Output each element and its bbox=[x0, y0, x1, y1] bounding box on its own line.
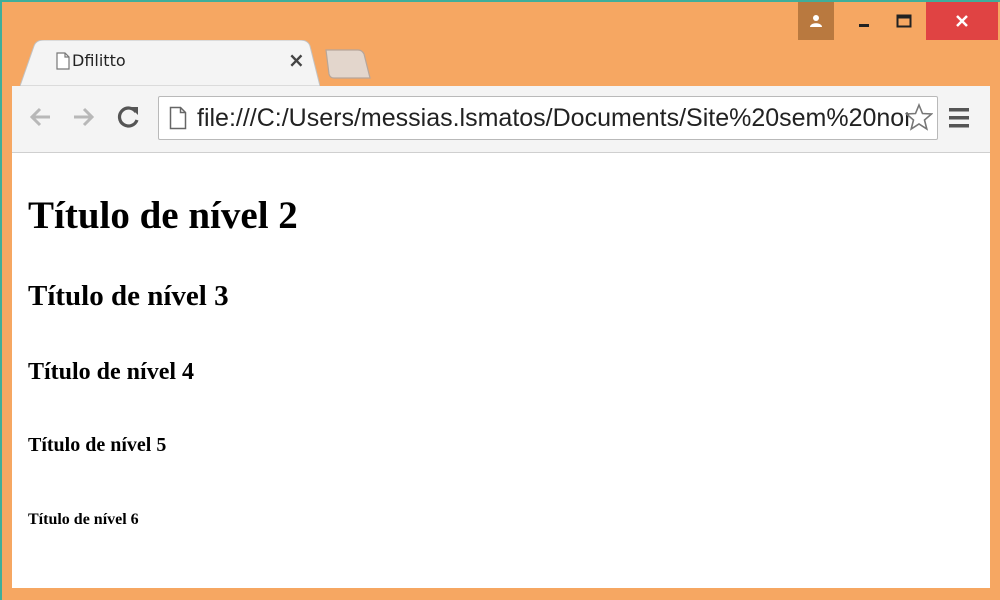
page-icon bbox=[56, 52, 70, 70]
maximize-button[interactable] bbox=[886, 2, 922, 40]
tab-title: Dfilitto bbox=[72, 51, 126, 70]
person-icon bbox=[810, 15, 822, 27]
close-window-button[interactable] bbox=[926, 2, 998, 40]
url-text[interactable]: file:///C:/Users/messias.lsmatos/Documen… bbox=[197, 104, 909, 133]
back-arrow-icon[interactable] bbox=[28, 104, 54, 130]
page-icon bbox=[169, 106, 187, 130]
close-icon bbox=[956, 15, 968, 27]
forward-arrow-icon[interactable] bbox=[70, 104, 96, 130]
star-icon[interactable] bbox=[905, 103, 933, 131]
tab-close-button[interactable]: × bbox=[288, 48, 305, 72]
reload-icon[interactable] bbox=[116, 104, 142, 130]
minimize-icon bbox=[859, 24, 869, 27]
profile-button[interactable] bbox=[798, 2, 834, 40]
page-content: Título de nível 2 Título de nível 3 Títu… bbox=[12, 153, 990, 588]
hamburger-menu-icon[interactable] bbox=[948, 106, 970, 130]
active-tab[interactable]: Dfilitto × bbox=[20, 40, 320, 86]
heading-level-3: Título de nível 3 bbox=[28, 280, 229, 312]
new-tab-button[interactable] bbox=[322, 48, 372, 80]
browser-toolbar: file:///C:/Users/messias.lsmatos/Documen… bbox=[12, 86, 990, 153]
heading-level-5: Título de nível 5 bbox=[28, 434, 167, 456]
heading-level-4: Título de nível 4 bbox=[28, 359, 195, 385]
heading-level-6: Título de nível 6 bbox=[28, 511, 139, 528]
heading-level-2: Título de nível 2 bbox=[28, 194, 298, 237]
maximize-icon bbox=[896, 14, 912, 28]
address-bar[interactable]: file:///C:/Users/messias.lsmatos/Documen… bbox=[158, 96, 938, 140]
browser-window: Dfilitto × file:///C:/Users/messias.lsma… bbox=[0, 0, 1000, 600]
minimize-button[interactable] bbox=[846, 2, 882, 40]
